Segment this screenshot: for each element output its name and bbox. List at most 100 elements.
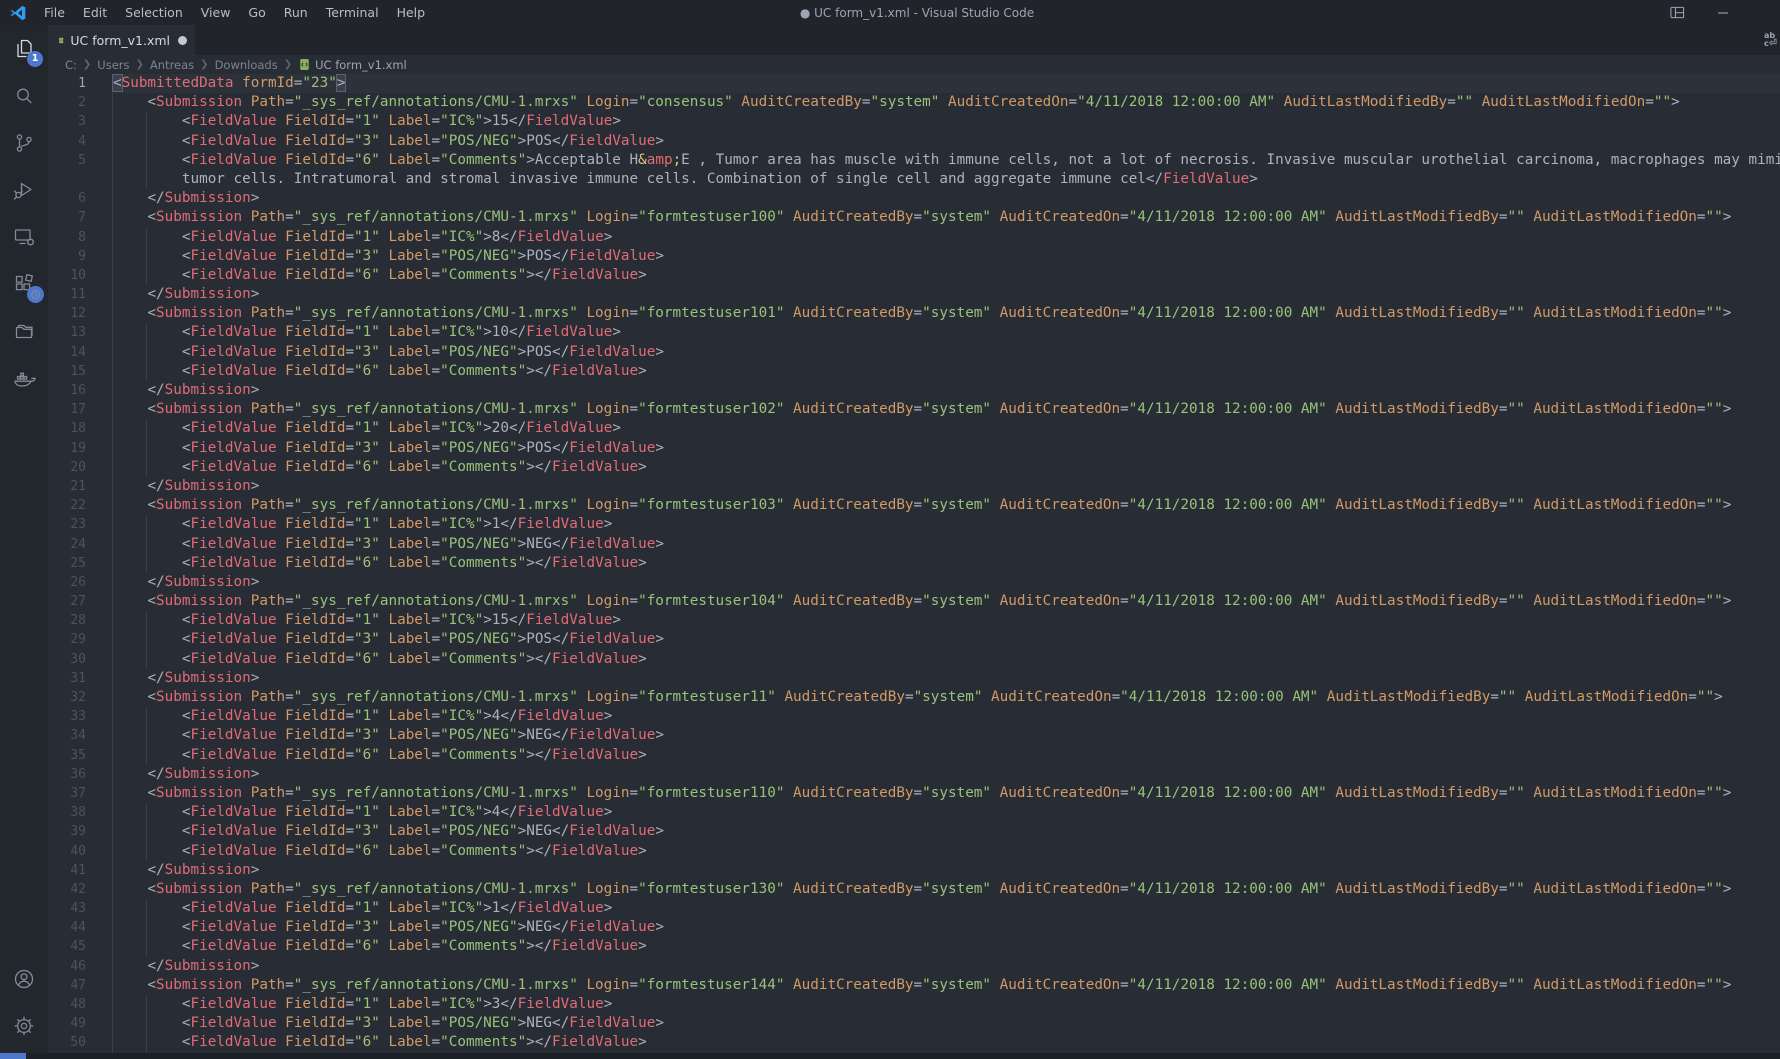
- code-text[interactable]: </Submission>: [113, 765, 1780, 784]
- activity-run-debug-icon[interactable]: [0, 166, 48, 213]
- code-text[interactable]: </Submission>: [113, 669, 1780, 688]
- menu-view[interactable]: View: [192, 0, 240, 25]
- code-text[interactable]: <FieldValue FieldId="3" Label="POS/NEG">…: [113, 535, 1780, 554]
- code-line: 20 <FieldValue FieldId="6" Label="Commen…: [48, 458, 1780, 477]
- indent-guide: [112, 151, 113, 170]
- code-line: 9 <FieldValue FieldId="3" Label="POS/NEG…: [48, 247, 1780, 266]
- menu-run[interactable]: Run: [275, 0, 317, 25]
- activity-settings-gear-icon[interactable]: [0, 1002, 48, 1049]
- breadcrumb-item[interactable]: Antreas: [149, 58, 195, 72]
- code-text[interactable]: <FieldValue FieldId="6" Label="Comments"…: [113, 151, 1780, 170]
- code-line: 10 <FieldValue FieldId="6" Label="Commen…: [48, 266, 1780, 285]
- remote-indicator[interactable]: [0, 1053, 26, 1059]
- code-text[interactable]: <FieldValue FieldId="6" Label="Comments"…: [113, 937, 1780, 956]
- maximize-button[interactable]: [1772, 0, 1780, 25]
- breadcrumb-item[interactable]: Users: [96, 58, 130, 72]
- code-text[interactable]: <FieldValue FieldId="3" Label="POS/NEG">…: [113, 1014, 1780, 1033]
- indent-guide: [112, 611, 113, 630]
- line-number: 47: [48, 976, 113, 995]
- indent-guide: [146, 707, 147, 726]
- code-text[interactable]: <FieldValue FieldId="3" Label="POS/NEG">…: [113, 132, 1780, 151]
- code-text[interactable]: <FieldValue FieldId="1" Label="IC%">10</…: [113, 323, 1780, 342]
- code-text[interactable]: <FieldValue FieldId="1" Label="IC%">15</…: [113, 611, 1780, 630]
- code-line: 45 <FieldValue FieldId="6" Label="Commen…: [48, 937, 1780, 956]
- code-text[interactable]: <FieldValue FieldId="1" Label="IC%">4</F…: [113, 707, 1780, 726]
- code-text[interactable]: <FieldValue FieldId="6" Label="Comments"…: [113, 554, 1780, 573]
- code-text[interactable]: <FieldValue FieldId="6" Label="Comments"…: [113, 458, 1780, 477]
- code-text[interactable]: </Submission>: [113, 189, 1780, 208]
- activity-search-icon[interactable]: [0, 72, 48, 119]
- code-text[interactable]: <Submission Path="_sys_ref/annotations/C…: [113, 688, 1780, 707]
- indent-guide: [112, 496, 113, 515]
- indent-guide: [146, 170, 147, 189]
- indent-guide: [112, 995, 113, 1014]
- code-text[interactable]: <FieldValue FieldId="6" Label="Comments"…: [113, 746, 1780, 765]
- code-text[interactable]: <FieldValue FieldId="3" Label="POS/NEG">…: [113, 630, 1780, 649]
- menu-edit[interactable]: Edit: [74, 0, 116, 25]
- breadcrumb-item[interactable]: Downloads: [214, 58, 279, 72]
- breadcrumb-file[interactable]: UC form_v1.xml: [297, 58, 408, 72]
- menu-help[interactable]: Help: [388, 0, 435, 25]
- activity-project-folders-icon[interactable]: [0, 307, 48, 354]
- code-text[interactable]: <FieldValue FieldId="1" Label="IC%">8</F…: [113, 228, 1780, 247]
- code-text[interactable]: <Submission Path="_sys_ref/annotations/C…: [113, 976, 1780, 995]
- indent-guide: [112, 918, 113, 937]
- code-text[interactable]: <Submission Path="_sys_ref/annotations/C…: [113, 592, 1780, 611]
- activity-account-icon[interactable]: [0, 955, 48, 1002]
- word-wrap-indicator-icon[interactable]: abc⏎: [1764, 32, 1780, 50]
- code-text[interactable]: <FieldValue FieldId="1" Label="IC%">1</F…: [113, 899, 1780, 918]
- code-text[interactable]: <FieldValue FieldId="1" Label="IC%">4</F…: [113, 803, 1780, 822]
- code-text[interactable]: <Submission Path="_sys_ref/annotations/C…: [113, 93, 1780, 112]
- code-text[interactable]: </Submission>: [113, 381, 1780, 400]
- activity-source-control-icon[interactable]: [0, 119, 48, 166]
- code-text[interactable]: <FieldValue FieldId="3" Label="POS/NEG">…: [113, 918, 1780, 937]
- menubar: FileEditSelectionViewGoRunTerminalHelp: [35, 0, 434, 25]
- code-text[interactable]: <FieldValue FieldId="6" Label="Comments"…: [113, 362, 1780, 381]
- code-text[interactable]: <FieldValue FieldId="3" Label="POS/NEG">…: [113, 439, 1780, 458]
- code-text[interactable]: </Submission>: [113, 285, 1780, 304]
- menu-selection[interactable]: Selection: [116, 0, 192, 25]
- customize-layout-icon[interactable]: [1655, 0, 1700, 25]
- breadcrumb-item[interactable]: C:: [64, 58, 78, 72]
- menu-file[interactable]: File: [35, 0, 74, 25]
- tab-uc-form-xml[interactable]: UC form_v1.xml: [48, 25, 195, 55]
- activity-remote-explorer-icon[interactable]: [0, 213, 48, 260]
- code-text[interactable]: tumor cells. Intratumoral and stromal in…: [113, 170, 1780, 189]
- indent-guide: [146, 362, 147, 381]
- code-text[interactable]: <FieldValue FieldId="1" Label="IC%">20</…: [113, 419, 1780, 438]
- code-text[interactable]: <FieldValue FieldId="3" Label="POS/NEG">…: [113, 247, 1780, 266]
- menu-go[interactable]: Go: [239, 0, 274, 25]
- code-text[interactable]: </Submission>: [113, 957, 1780, 976]
- code-text[interactable]: <FieldValue FieldId="6" Label="Comments"…: [113, 1033, 1780, 1052]
- indent-guide: [146, 343, 147, 362]
- menu-terminal[interactable]: Terminal: [317, 0, 388, 25]
- line-number: 22: [48, 496, 113, 515]
- code-text[interactable]: <FieldValue FieldId="6" Label="Comments"…: [113, 650, 1780, 669]
- activity-explorer-icon[interactable]: 1: [0, 25, 48, 72]
- code-text[interactable]: <FieldValue FieldId="1" Label="IC%">3</F…: [113, 995, 1780, 1014]
- code-text[interactable]: <FieldValue FieldId="3" Label="POS/NEG">…: [113, 343, 1780, 362]
- code-text[interactable]: <FieldValue FieldId="1" Label="IC%">1</F…: [113, 515, 1780, 534]
- indent-guide: [146, 535, 147, 554]
- code-text[interactable]: </Submission>: [113, 573, 1780, 592]
- code-text[interactable]: <FieldValue FieldId="3" Label="POS/NEG">…: [113, 822, 1780, 841]
- code-text[interactable]: <FieldValue FieldId="3" Label="POS/NEG">…: [113, 726, 1780, 745]
- code-text[interactable]: <FieldValue FieldId="1" Label="IC%">15</…: [113, 112, 1780, 131]
- line-number: 1: [48, 74, 113, 93]
- code-text[interactable]: <FieldValue FieldId="6" Label="Comments"…: [113, 842, 1780, 861]
- code-text[interactable]: </Submission>: [113, 861, 1780, 880]
- code-text[interactable]: <Submission Path="_sys_ref/annotations/C…: [113, 400, 1780, 419]
- activity-extensions-icon[interactable]: [0, 260, 48, 307]
- code-text[interactable]: <Submission Path="_sys_ref/annotations/C…: [113, 496, 1780, 515]
- tab-modified-dot[interactable]: [178, 36, 187, 45]
- code-text[interactable]: <Submission Path="_sys_ref/annotations/C…: [113, 784, 1780, 803]
- code-text[interactable]: <FieldValue FieldId="6" Label="Comments"…: [113, 266, 1780, 285]
- line-number: 34: [48, 726, 113, 745]
- code-text[interactable]: <Submission Path="_sys_ref/annotations/C…: [113, 880, 1780, 899]
- activity-docker-icon[interactable]: [0, 354, 48, 401]
- code-text[interactable]: <Submission Path="_sys_ref/annotations/C…: [113, 208, 1780, 227]
- code-text[interactable]: <Submission Path="_sys_ref/annotations/C…: [113, 304, 1780, 323]
- code-text[interactable]: </Submission>: [113, 477, 1780, 496]
- minimize-button[interactable]: [1700, 0, 1745, 25]
- code-text[interactable]: <SubmittedData formId="23">: [113, 74, 1780, 93]
